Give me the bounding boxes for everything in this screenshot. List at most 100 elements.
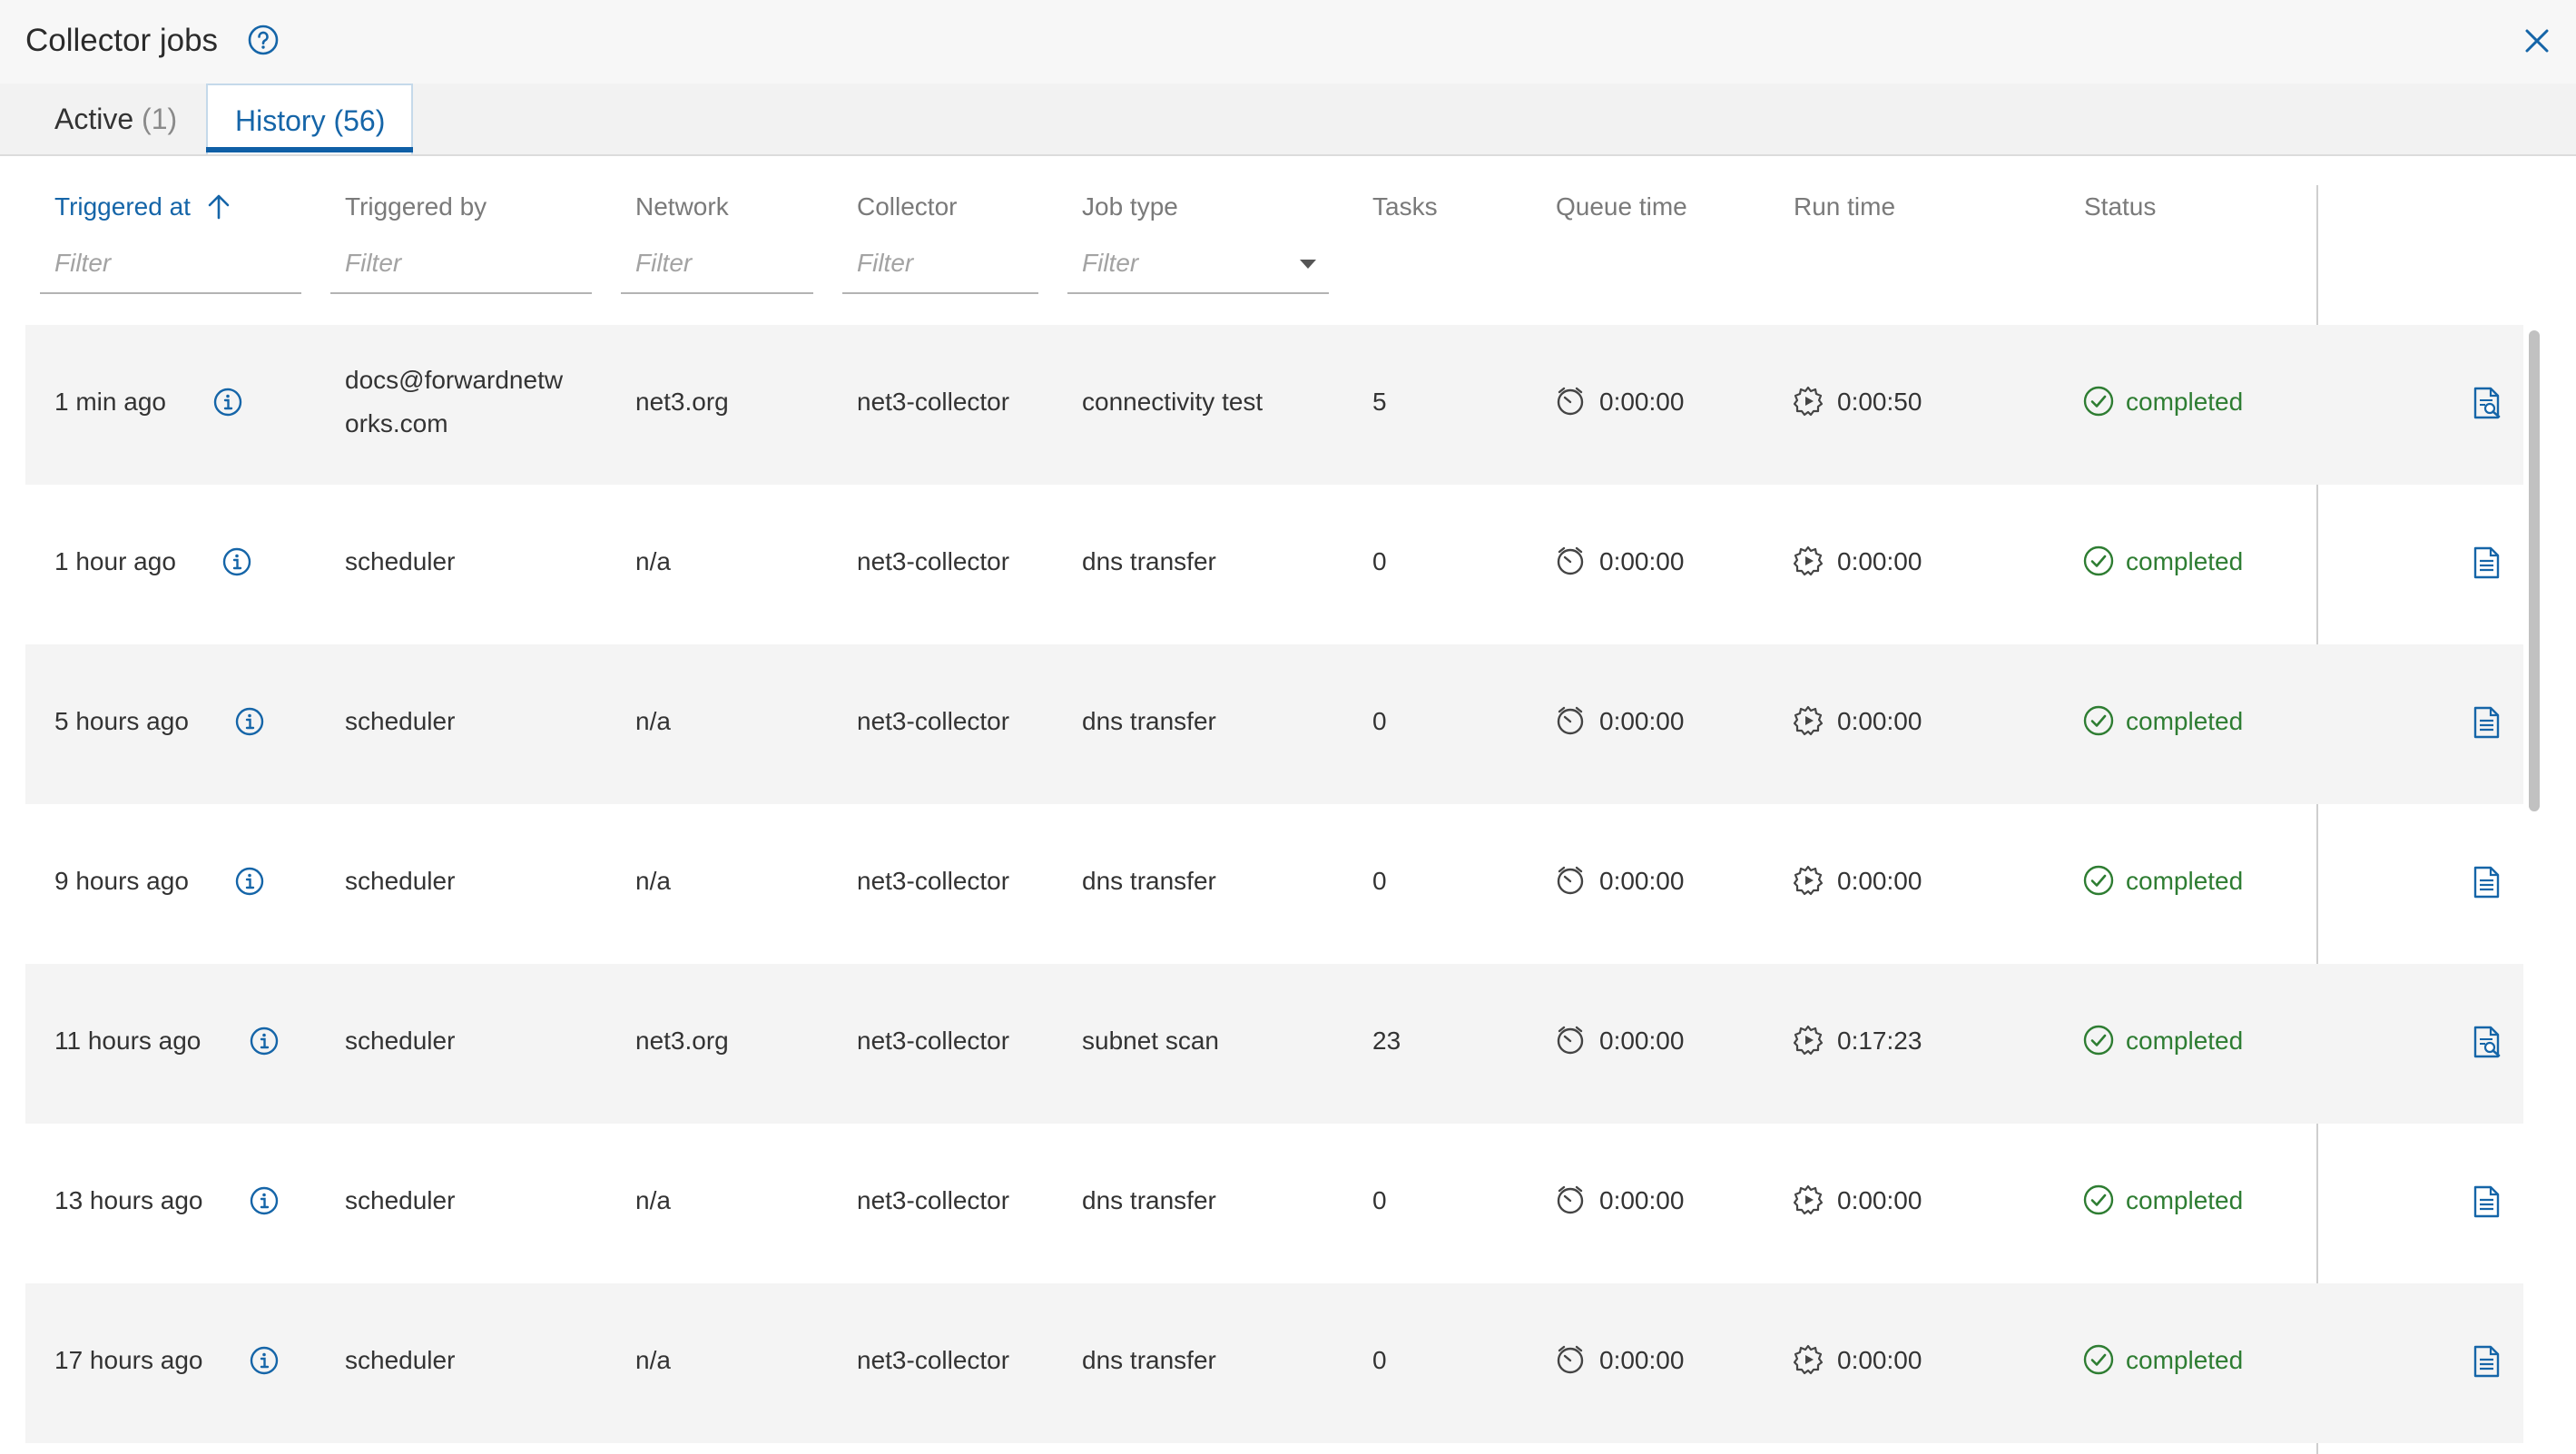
- job-type-value: dns transfer: [1082, 1346, 1216, 1374]
- info-icon[interactable]: [249, 1345, 280, 1376]
- collector-value: net3-collector: [857, 547, 1010, 575]
- clock-icon: [1557, 546, 1584, 575]
- run-gear-icon: [1793, 1184, 1824, 1215]
- triggered-by-value: scheduler: [345, 867, 456, 895]
- job-type-value: subnet scan: [1082, 1027, 1219, 1055]
- run-time-value: 0:00:50: [1837, 388, 1922, 416]
- triggered-by-value: scheduler: [345, 1186, 456, 1214]
- run-time-value: 0:00:00: [1837, 707, 1922, 735]
- info-icon[interactable]: [249, 1185, 280, 1216]
- filter-collector[interactable]: [842, 234, 1038, 294]
- check-circle-icon: [2083, 545, 2114, 576]
- collector-value: net3-collector: [857, 1346, 1010, 1374]
- tab-history[interactable]: History (56): [206, 84, 413, 154]
- tab-count: (1): [142, 103, 178, 135]
- status-value: completed: [2126, 547, 2244, 575]
- clock-icon: [1557, 706, 1584, 735]
- tab-active[interactable]: Active (1): [27, 84, 191, 154]
- document-icon[interactable]: [2471, 1185, 2502, 1218]
- table-row[interactable]: 11 hours ago scheduler net3.org net3-collec…: [25, 964, 2523, 1124]
- arrow-up-icon[interactable]: [205, 192, 232, 221]
- triggered-at-value: 5 hours ago: [54, 707, 189, 735]
- status-value: completed: [2126, 1346, 2244, 1374]
- scrollbar-thumb[interactable]: [2529, 330, 2540, 811]
- column-header-triggered-by[interactable]: Triggered by: [345, 191, 487, 223]
- table-row[interactable]: 9 hours ago scheduler n/a net3-collector dns…: [25, 804, 2523, 964]
- tab-label: History: [235, 104, 326, 137]
- caret-down-icon[interactable]: [1298, 258, 1318, 270]
- column-header-run-time[interactable]: Run time: [1794, 191, 1895, 223]
- document-search-icon[interactable]: [2471, 387, 2502, 419]
- run-time-value: 0:00:00: [1837, 1346, 1922, 1374]
- queue-time-value: 0:00:00: [1599, 547, 1685, 575]
- network-value: n/a: [635, 547, 671, 575]
- info-icon[interactable]: [221, 546, 252, 577]
- collector-value: net3-collector: [857, 388, 1010, 416]
- column-header-job-type[interactable]: Job type: [1082, 191, 1178, 223]
- info-icon[interactable]: [249, 1026, 280, 1056]
- tasks-value: 0: [1372, 547, 1387, 575]
- help-circle-icon[interactable]: [247, 24, 280, 56]
- column-header-network[interactable]: Network: [635, 191, 729, 223]
- job-type-value: connectivity test: [1082, 388, 1263, 416]
- check-circle-icon: [2083, 705, 2114, 736]
- triggered-by-value: scheduler: [345, 547, 456, 575]
- document-icon[interactable]: [2471, 546, 2502, 579]
- run-time-value: 0:17:23: [1837, 1027, 1922, 1055]
- table-row[interactable]: 13 hours ago scheduler n/a net3-collector dn…: [25, 1124, 2523, 1283]
- triggered-at-value: 1 min ago: [54, 388, 166, 416]
- info-icon[interactable]: [212, 387, 243, 418]
- document-search-icon[interactable]: [2471, 1026, 2502, 1058]
- info-icon[interactable]: [234, 866, 265, 897]
- queue-time-value: 0:00:00: [1599, 1027, 1685, 1055]
- status-value: completed: [2126, 1186, 2244, 1214]
- run-gear-icon: [1793, 545, 1824, 576]
- clock-icon: [1557, 866, 1584, 895]
- table-row[interactable]: 1 hour ago scheduler n/a net3-collector dns …: [25, 485, 2523, 644]
- tasks-value: 0: [1372, 1186, 1387, 1214]
- tab-label: Active: [54, 103, 134, 135]
- network-value: n/a: [635, 1346, 671, 1374]
- dialog-title: Collector jobs: [25, 23, 219, 58]
- status-value: completed: [2126, 707, 2244, 735]
- run-gear-icon: [1793, 386, 1824, 417]
- filter-triggered-by[interactable]: [330, 234, 592, 294]
- status-value: completed: [2126, 388, 2244, 416]
- column-header-collector[interactable]: Collector: [857, 191, 957, 223]
- clock-icon: [1557, 1026, 1584, 1055]
- queue-time-value: 0:00:00: [1599, 1346, 1685, 1374]
- filter-job-type[interactable]: [1067, 234, 1329, 294]
- check-circle-icon: [2083, 865, 2114, 896]
- queue-time-value: 0:00:00: [1599, 707, 1685, 735]
- triggered-by-value: scheduler: [345, 1346, 456, 1374]
- tab-bar: Active (1) History (56): [0, 84, 2576, 156]
- tasks-value: 23: [1372, 1027, 1401, 1055]
- triggered-at-value: 11 hours ago: [54, 1027, 202, 1055]
- table-row[interactable]: 1 min ago docs@forwardnetw orks.com net3.or…: [25, 325, 2523, 485]
- table-row[interactable]: 5 hours ago scheduler n/a net3-collector dns…: [25, 644, 2523, 804]
- info-icon[interactable]: [234, 706, 265, 737]
- column-header-triggered-at[interactable]: Triggered at: [54, 191, 191, 223]
- run-gear-icon: [1793, 705, 1824, 736]
- triggered-at-value: 17 hours ago: [54, 1346, 203, 1374]
- tab-count: (56): [333, 104, 386, 137]
- filter-triggered-at[interactable]: [40, 234, 301, 294]
- run-time-value: 0:00:00: [1837, 867, 1922, 895]
- check-circle-icon: [2083, 1344, 2114, 1375]
- run-time-value: 0:00:00: [1837, 1186, 1922, 1214]
- filter-network[interactable]: [621, 234, 813, 294]
- close-icon[interactable]: [2520, 24, 2554, 58]
- column-header-status[interactable]: Status: [2084, 191, 2156, 223]
- run-gear-icon: [1793, 1025, 1824, 1056]
- column-header-tasks[interactable]: Tasks: [1372, 191, 1438, 223]
- document-icon[interactable]: [2471, 866, 2502, 899]
- table-row[interactable]: 17 hours ago scheduler n/a net3-collector dn…: [25, 1283, 2523, 1443]
- collector-value: net3-collector: [857, 867, 1010, 895]
- triggered-at-value: 1 hour ago: [54, 547, 176, 575]
- network-value: n/a: [635, 1186, 671, 1214]
- document-icon[interactable]: [2471, 706, 2502, 739]
- column-header-queue-time[interactable]: Queue time: [1556, 191, 1687, 223]
- run-gear-icon: [1793, 865, 1824, 896]
- check-circle-icon: [2083, 1025, 2114, 1056]
- document-icon[interactable]: [2471, 1345, 2502, 1378]
